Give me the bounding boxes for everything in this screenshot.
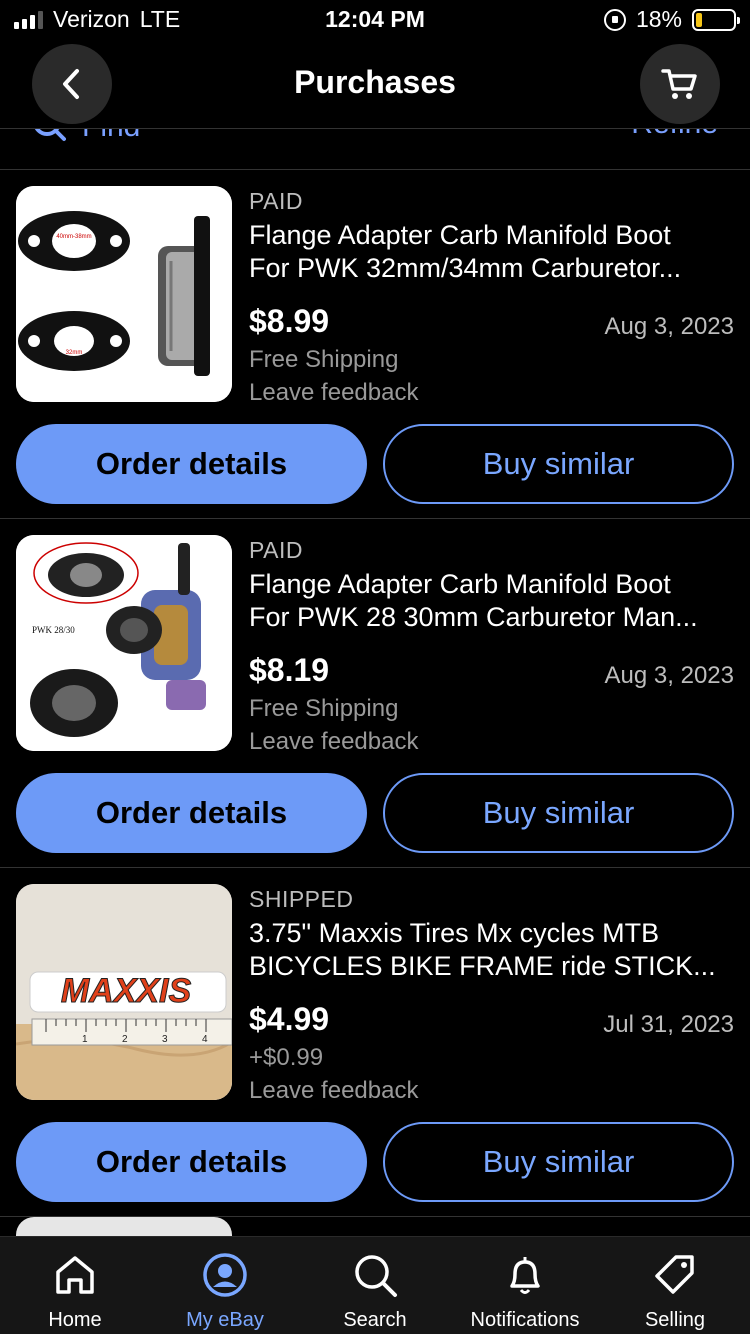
tab-notifications[interactable]: Notifications (450, 1237, 600, 1334)
item-thumbnail[interactable]: 40mm-38mm 32mm (16, 186, 232, 402)
order-details-button[interactable]: Order details (16, 773, 367, 853)
maxxis-sticker-image: MAXXIS 1 2 3 4 (16, 884, 232, 1100)
bell-icon (510, 1257, 540, 1294)
tab-label: My eBay (186, 1309, 264, 1331)
status-bar: Verizon LTE 12:04 PM 18% (0, 0, 750, 42)
item-info: PAID Flange Adapter Carb Manifold Boot F… (249, 188, 734, 285)
purchase-item: MAXXIS 1 2 3 4 SHIPPED 3.75" Maxxis Tire… (0, 868, 750, 1217)
item-title-line2[interactable]: BICYCLES BIKE FRAME ride STICK... (249, 950, 734, 983)
tab-search[interactable]: Search (300, 1237, 450, 1334)
svg-text:1: 1 (82, 1034, 88, 1045)
search-row: Find Refine (0, 128, 750, 170)
tab-label: Search (343, 1309, 407, 1331)
item-title-line2[interactable]: For PWK 28 30mm Carburetor Man... (249, 601, 734, 634)
svg-text:PWK 28/30: PWK 28/30 (32, 625, 75, 635)
item-thumbnail[interactable]: PWK 28/30 (16, 535, 232, 751)
buy-similar-button[interactable]: Buy similar (383, 1122, 734, 1202)
leave-feedback-link[interactable]: Leave feedback (249, 728, 418, 756)
tab-label: Selling (644, 1309, 706, 1331)
purchase-item: 40mm-38mm 32mm PAID Flange Adapter Carb … (0, 170, 750, 519)
shipping-cost: +$0.99 (249, 1044, 324, 1071)
purchase-date: Aug 3, 2023 (604, 313, 734, 340)
svg-text:3: 3 (162, 1034, 168, 1045)
purchase-date: Jul 31, 2023 (603, 1011, 734, 1038)
tag-icon (655, 1255, 694, 1294)
buy-similar-button[interactable]: Buy similar (383, 773, 734, 853)
flange-image: 40mm-38mm 32mm (16, 186, 232, 402)
tab-label: Home (48, 1309, 102, 1331)
order-status: PAID (249, 188, 303, 214)
item-price: $4.99 (249, 1001, 330, 1037)
tab-my-ebay[interactable]: My eBay (150, 1237, 300, 1334)
item-price: $8.19 (249, 652, 330, 688)
rotation-lock-icon (603, 8, 626, 31)
find-button[interactable]: Find (32, 129, 140, 147)
shipping-cost: Free Shipping (249, 346, 399, 373)
item-info: SHIPPED 3.75" Maxxis Tires Mx cycles MTB… (249, 886, 734, 983)
status-right: 18% (603, 6, 740, 33)
bottom-tab-bar: Home My eBay Search Notifications Sellin… (0, 1236, 750, 1334)
svg-text:40mm-38mm: 40mm-38mm (56, 234, 91, 240)
refine-button[interactable]: Refine (631, 129, 718, 141)
svg-text:32mm: 32mm (66, 350, 83, 356)
purchase-item: PWK 28/30 PAID Flange Adapter Carb Manif… (0, 519, 750, 868)
tab-label: Notifications (470, 1309, 580, 1331)
cart-icon (661, 69, 697, 99)
svg-text:MAXXIS: MAXXIS (61, 972, 192, 1010)
shipping-cost: Free Shipping (249, 695, 399, 722)
purchase-date: Aug 3, 2023 (604, 662, 734, 689)
order-details-button[interactable]: Order details (16, 424, 367, 504)
purchase-list: 40mm-38mm 32mm PAID Flange Adapter Carb … (0, 170, 750, 1217)
buy-similar-button[interactable]: Buy similar (383, 424, 734, 504)
item-price: $8.99 (249, 303, 330, 339)
item-thumbnail[interactable]: MAXXIS 1 2 3 4 (16, 884, 232, 1100)
battery-icon (692, 8, 740, 31)
battery-percent: 18% (635, 6, 682, 32)
cart-button[interactable] (640, 44, 720, 124)
item-info: PAID Flange Adapter Carb Manifold Boot F… (249, 537, 734, 634)
order-status: SHIPPED (249, 886, 354, 912)
home-icon (56, 1256, 94, 1294)
tab-selling[interactable]: Selling (600, 1237, 750, 1334)
user-icon (203, 1253, 247, 1297)
order-status: PAID (249, 537, 303, 563)
page-title: Purchases (294, 64, 456, 100)
leave-feedback-link[interactable]: Leave feedback (249, 1077, 418, 1105)
search-icon (355, 1255, 397, 1297)
item-title[interactable]: Flange Adapter Carb Manifold Boot (249, 219, 734, 252)
tab-home[interactable]: Home (0, 1237, 150, 1334)
find-label: Find (82, 129, 140, 144)
order-details-button[interactable]: Order details (16, 1122, 367, 1202)
search-icon (34, 129, 66, 141)
svg-text:2: 2 (122, 1034, 128, 1045)
item-title[interactable]: 3.75" Maxxis Tires Mx cycles MTB (249, 917, 734, 950)
item-title-line2[interactable]: For PWK 32mm/34mm Carburetor... (249, 252, 734, 285)
item-title[interactable]: Flange Adapter Carb Manifold Boot (249, 568, 734, 601)
leave-feedback-link[interactable]: Leave feedback (249, 379, 418, 407)
carburetor-image: PWK 28/30 (16, 535, 232, 751)
next-item-thumbnail-peek (16, 1217, 232, 1237)
nav-header: Purchases (0, 42, 750, 128)
svg-text:4: 4 (202, 1034, 208, 1045)
